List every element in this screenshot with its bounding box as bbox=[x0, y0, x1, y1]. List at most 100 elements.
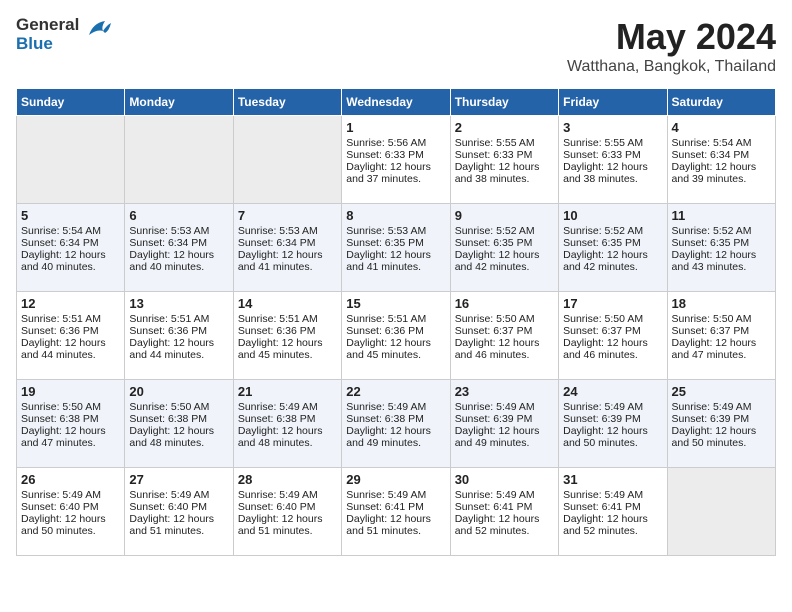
day-number: 4 bbox=[672, 120, 771, 135]
daylight-text: Daylight: 12 hours and 46 minutes. bbox=[563, 337, 662, 361]
weekday-header-wednesday: Wednesday bbox=[342, 89, 450, 116]
sunrise-text: Sunrise: 5:49 AM bbox=[455, 489, 554, 501]
calendar-cell: 3Sunrise: 5:55 AMSunset: 6:33 PMDaylight… bbox=[559, 116, 667, 204]
sunrise-text: Sunrise: 5:49 AM bbox=[129, 489, 228, 501]
sunset-text: Sunset: 6:34 PM bbox=[672, 149, 771, 161]
calendar-cell: 13 Sunrise: 5:51 AMSunset: 6:36 PMDayligh… bbox=[125, 292, 233, 380]
daylight-text: Daylight: 12 hours and 42 minutes. bbox=[563, 249, 662, 273]
sunset-text: Sunset: 6:41 PM bbox=[563, 501, 662, 513]
sunrise-text: Sunrise: 5:53 AM bbox=[238, 225, 337, 237]
day-number: 29 bbox=[346, 472, 445, 487]
calendar-cell: 18Sunrise: 5:50 AMSunset: 6:37 PMDayligh… bbox=[667, 292, 775, 380]
daylight-text: Daylight: 12 hours and 50 minutes. bbox=[563, 425, 662, 449]
sunset-text: Sunset: 6:39 PM bbox=[672, 413, 771, 425]
sunrise-text: Sunrise: 5:49 AM bbox=[346, 489, 445, 501]
sunrise-text: Sunrise: 5:49 AM bbox=[563, 401, 662, 413]
sunset-text: Sunset: 6:35 PM bbox=[346, 237, 445, 249]
day-number: 13 bbox=[129, 296, 228, 311]
day-number: 17 bbox=[563, 296, 662, 311]
sunrise-text: Sunrise: 5:51 AM bbox=[346, 313, 445, 325]
calendar-cell: 10Sunrise: 5:52 AMSunset: 6:35 PMDayligh… bbox=[559, 204, 667, 292]
month-title: May 2024 bbox=[567, 16, 776, 58]
day-number: 2 bbox=[455, 120, 554, 135]
sunset-text: Sunset: 6:40 PM bbox=[129, 501, 228, 513]
sunset-text: Sunset: 6:38 PM bbox=[21, 413, 120, 425]
daylight-text: Daylight: 12 hours and 47 minutes. bbox=[21, 425, 120, 449]
calendar-cell: 6Sunrise: 5:53 AMSunset: 6:34 PMDaylight… bbox=[125, 204, 233, 292]
sunrise-text: Sunrise: 5:51 AM bbox=[21, 313, 120, 325]
calendar-cell: 2Sunrise: 5:55 AMSunset: 6:33 PMDaylight… bbox=[450, 116, 558, 204]
day-number: 28 bbox=[238, 472, 337, 487]
calendar-cell: 11Sunrise: 5:52 AMSunset: 6:35 PMDayligh… bbox=[667, 204, 775, 292]
sunrise-text: Sunrise: 5:49 AM bbox=[21, 489, 120, 501]
sunset-text: Sunset: 6:41 PM bbox=[346, 501, 445, 513]
sunset-text: Sunset: 6:35 PM bbox=[672, 237, 771, 249]
sunset-text: Sunset: 6:39 PM bbox=[455, 413, 554, 425]
day-number: 1 bbox=[346, 120, 445, 135]
sunset-text: Sunset: 6:36 PM bbox=[21, 325, 120, 337]
calendar-cell: 26Sunrise: 5:49 AMSunset: 6:40 PMDayligh… bbox=[17, 468, 125, 556]
sunrise-text: Sunrise: 5:49 AM bbox=[346, 401, 445, 413]
sunrise-text: Sunrise: 5:50 AM bbox=[672, 313, 771, 325]
daylight-text: Daylight: 12 hours and 40 minutes. bbox=[129, 249, 228, 273]
sunset-text: Sunset: 6:40 PM bbox=[238, 501, 337, 513]
daylight-text: Daylight: 12 hours and 48 minutes. bbox=[238, 425, 337, 449]
sunset-text: Sunset: 6:33 PM bbox=[346, 149, 445, 161]
sunrise-text: Sunrise: 5:53 AM bbox=[346, 225, 445, 237]
calendar-week-row: 12Sunrise: 5:51 AMSunset: 6:36 PMDayligh… bbox=[17, 292, 776, 380]
sunrise-text: Sunrise: 5:49 AM bbox=[563, 489, 662, 501]
sunset-text: Sunset: 6:36 PM bbox=[238, 325, 337, 337]
sunset-text: Sunset: 6:36 PM bbox=[129, 325, 228, 337]
daylight-text: Daylight: 12 hours and 41 minutes. bbox=[346, 249, 445, 273]
sunset-text: Sunset: 6:37 PM bbox=[563, 325, 662, 337]
daylight-text: Daylight: 12 hours and 51 minutes. bbox=[346, 513, 445, 537]
calendar-cell: 31Sunrise: 5:49 AMSunset: 6:41 PMDayligh… bbox=[559, 468, 667, 556]
sunrise-text: Sunrise: 5:54 AM bbox=[21, 225, 120, 237]
title-block: May 2024 Watthana, Bangkok, Thailand bbox=[567, 16, 776, 76]
sunset-text: Sunset: 6:37 PM bbox=[672, 325, 771, 337]
daylight-text: Daylight: 12 hours and 44 minutes. bbox=[129, 337, 228, 361]
sunset-text: Sunset: 6:34 PM bbox=[238, 237, 337, 249]
calendar-cell: 7 Sunrise: 5:53 AMSunset: 6:34 PMDaylight… bbox=[233, 204, 341, 292]
weekday-header-friday: Friday bbox=[559, 89, 667, 116]
sunset-text: Sunset: 6:39 PM bbox=[563, 413, 662, 425]
daylight-text: Daylight: 12 hours and 40 minutes. bbox=[21, 249, 120, 273]
daylight-text: Daylight: 12 hours and 45 minutes. bbox=[346, 337, 445, 361]
sunrise-text: Sunrise: 5:51 AM bbox=[129, 313, 228, 325]
sunset-text: Sunset: 6:38 PM bbox=[346, 413, 445, 425]
daylight-text: Daylight: 12 hours and 44 minutes. bbox=[21, 337, 120, 361]
daylight-text: Daylight: 12 hours and 41 minutes. bbox=[238, 249, 337, 273]
calendar-cell: 17Sunrise: 5:50 AMSunset: 6:37 PMDayligh… bbox=[559, 292, 667, 380]
calendar-cell: 4 Sunrise: 5:54 AMSunset: 6:34 PMDaylight… bbox=[667, 116, 775, 204]
calendar-table: SundayMondayTuesdayWednesdayThursdayFrid… bbox=[16, 88, 776, 556]
sunset-text: Sunset: 6:38 PM bbox=[129, 413, 228, 425]
logo-general: General bbox=[16, 16, 79, 35]
day-number: 27 bbox=[129, 472, 228, 487]
weekday-header-saturday: Saturday bbox=[667, 89, 775, 116]
daylight-text: Daylight: 12 hours and 37 minutes. bbox=[346, 161, 445, 185]
calendar-week-row: 1Sunrise: 5:56 AMSunset: 6:33 PMDaylight… bbox=[17, 116, 776, 204]
calendar-cell: 15Sunrise: 5:51 AMSunset: 6:36 PMDayligh… bbox=[342, 292, 450, 380]
sunrise-text: Sunrise: 5:54 AM bbox=[672, 137, 771, 149]
day-number: 22 bbox=[346, 384, 445, 399]
day-number: 25 bbox=[672, 384, 771, 399]
daylight-text: Daylight: 12 hours and 52 minutes. bbox=[563, 513, 662, 537]
day-number: 7 bbox=[238, 208, 337, 223]
sunset-text: Sunset: 6:36 PM bbox=[346, 325, 445, 337]
calendar-cell: 1Sunrise: 5:56 AMSunset: 6:33 PMDaylight… bbox=[342, 116, 450, 204]
calendar-cell: 23Sunrise: 5:49 AMSunset: 6:39 PMDayligh… bbox=[450, 380, 558, 468]
sunrise-text: Sunrise: 5:50 AM bbox=[455, 313, 554, 325]
day-number: 26 bbox=[21, 472, 120, 487]
sunrise-text: Sunrise: 5:49 AM bbox=[672, 401, 771, 413]
daylight-text: Daylight: 12 hours and 39 minutes. bbox=[672, 161, 771, 185]
weekday-header-tuesday: Tuesday bbox=[233, 89, 341, 116]
logo: General Blue bbox=[16, 16, 113, 53]
weekday-header-monday: Monday bbox=[125, 89, 233, 116]
sunset-text: Sunset: 6:38 PM bbox=[238, 413, 337, 425]
calendar-cell: 30Sunrise: 5:49 AMSunset: 6:41 PMDayligh… bbox=[450, 468, 558, 556]
daylight-text: Daylight: 12 hours and 51 minutes. bbox=[238, 513, 337, 537]
calendar-cell: 14Sunrise: 5:51 AMSunset: 6:36 PMDayligh… bbox=[233, 292, 341, 380]
calendar-week-row: 26Sunrise: 5:49 AMSunset: 6:40 PMDayligh… bbox=[17, 468, 776, 556]
daylight-text: Daylight: 12 hours and 52 minutes. bbox=[455, 513, 554, 537]
daylight-text: Daylight: 12 hours and 50 minutes. bbox=[21, 513, 120, 537]
